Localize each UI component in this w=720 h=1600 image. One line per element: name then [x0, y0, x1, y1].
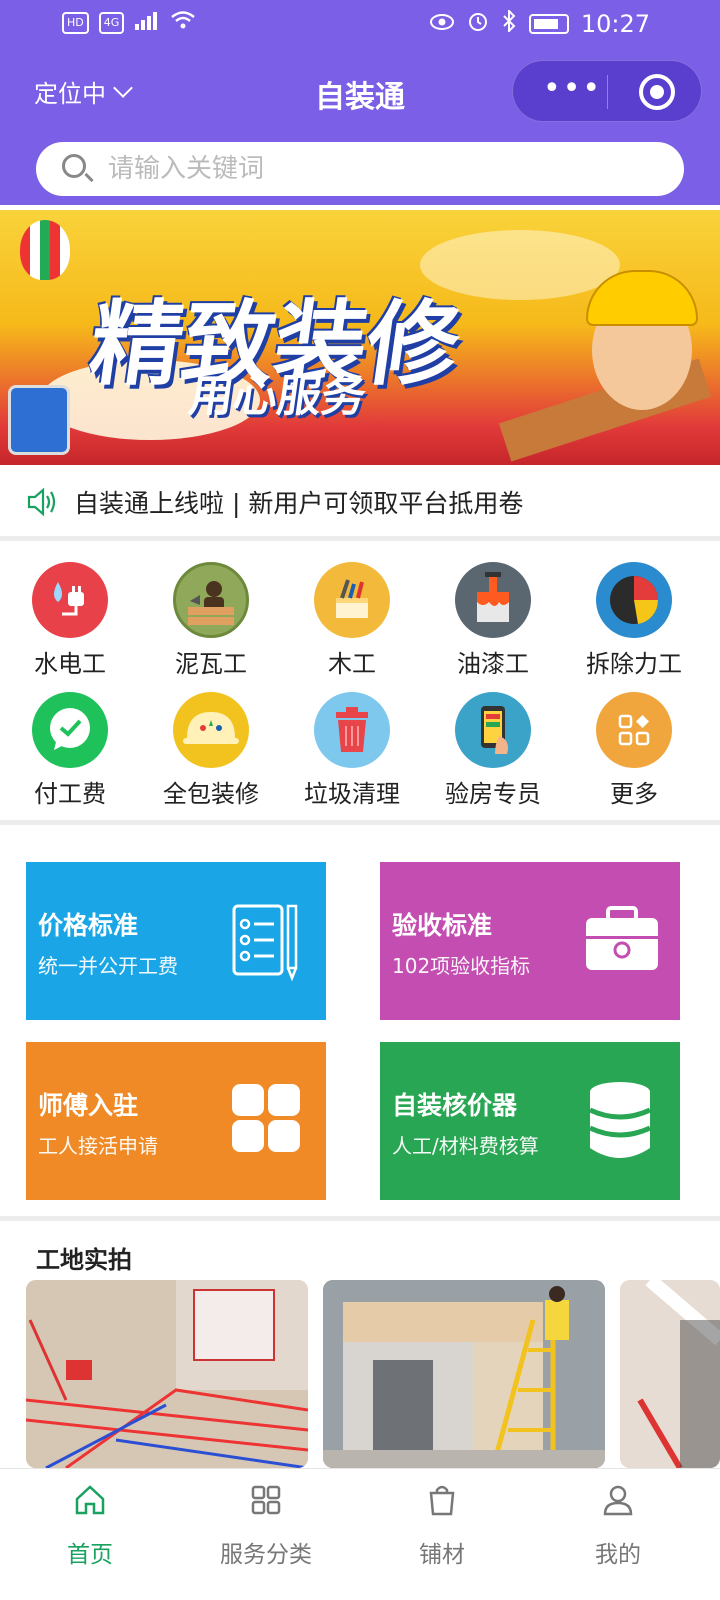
notice-bar[interactable]: 自装通上线啦 | 新用户可领取平台抵用卷	[0, 472, 720, 534]
site-photo-carousel[interactable]	[26, 1280, 720, 1468]
section-title: 工地实拍	[36, 1246, 132, 1274]
shopping-bag-icon	[425, 1485, 459, 1521]
category-grid-icon	[249, 1485, 283, 1521]
service-label: 更多	[610, 780, 658, 808]
card-subtitle: 102项验收指标	[392, 954, 531, 978]
search-bar[interactable]	[36, 142, 684, 196]
status-time: 10:27	[580, 10, 650, 38]
speaker-icon	[26, 487, 58, 517]
service-label: 油漆工	[457, 650, 529, 678]
service-grid: 水电工 泥瓦工 木工 油漆工 拆除力工 付工费 全包装修 垃圾清理 验房专员 更…	[0, 548, 720, 818]
notice-text: 自装通上线啦 | 新用户可领取平台抵用卷	[74, 489, 524, 518]
card-title: 价格标准	[38, 911, 139, 940]
tab-label: 服务分类	[220, 1542, 312, 1568]
site-photo[interactable]	[26, 1280, 308, 1468]
alarm-icon	[467, 10, 489, 38]
banner-subline: 用心服务	[185, 371, 369, 422]
apps-grid-icon	[228, 1078, 304, 1164]
bluetooth-icon	[501, 8, 517, 38]
status-right: 10:27	[429, 8, 650, 38]
bricklayer-icon	[173, 562, 249, 638]
wifi-icon	[170, 10, 196, 36]
capsule-divider	[607, 75, 608, 109]
home-icon	[73, 1485, 107, 1521]
status-left: HD 4G	[62, 10, 196, 36]
more-grid-icon	[596, 692, 672, 768]
phone-inspect-icon	[455, 692, 531, 768]
service-item-carpentry[interactable]: 木工	[282, 562, 422, 682]
section-divider	[0, 1216, 720, 1221]
database-icon	[582, 1078, 658, 1164]
tab-label: 我的	[595, 1542, 641, 1568]
service-label: 拆除力工	[586, 650, 682, 678]
service-item-painting[interactable]: 油漆工	[423, 562, 563, 682]
card-price-standard[interactable]: 价格标准 统一并公开工费	[26, 862, 326, 1020]
tab-label: 铺材	[419, 1542, 465, 1568]
status-bar: HD 4G 10:27	[0, 0, 720, 50]
service-item-garbage[interactable]: 垃圾清理	[282, 692, 422, 812]
checklist-icon	[228, 898, 304, 984]
site-photo[interactable]	[323, 1280, 605, 1468]
card-title: 自装核价器	[392, 1091, 518, 1120]
service-label: 水电工	[34, 650, 106, 678]
service-item-plumbing[interactable]: 水电工	[0, 562, 140, 682]
card-price-calculator[interactable]: 自装核价器 人工/材料费核算	[380, 1042, 680, 1200]
section-divider	[0, 536, 720, 541]
helmet-icon	[173, 692, 249, 768]
card-acceptance-standard[interactable]: 验收标准 102项验收指标	[380, 862, 680, 1020]
nav-bar: 定位中 自装通 •••	[0, 58, 720, 124]
service-label: 垃圾清理	[304, 780, 400, 808]
service-item-full-package[interactable]: 全包装修	[141, 692, 281, 812]
card-worker-join[interactable]: 师傅入驻 工人接活申请	[26, 1042, 326, 1200]
header: HD 4G 10:27 定位中 自装通 ••• 请输入关键词	[0, 0, 720, 205]
service-label: 全包装修	[163, 780, 259, 808]
service-item-masonry[interactable]: 泥瓦工	[141, 562, 281, 682]
hd-badge: HD	[62, 12, 89, 34]
balloon-image	[20, 220, 70, 280]
service-item-more[interactable]: 更多	[564, 692, 704, 812]
tab-categories[interactable]: 服务分类	[176, 1483, 356, 1583]
card-subtitle: 统一并公开工费	[38, 954, 178, 978]
service-item-pay[interactable]: 付工费	[0, 692, 140, 812]
card-title: 师傅入驻	[38, 1091, 139, 1120]
toolbox-icon	[314, 562, 390, 638]
paint-bucket-image	[8, 385, 70, 455]
service-label: 泥瓦工	[175, 650, 247, 678]
card-subtitle: 工人接活申请	[38, 1134, 158, 1158]
plug-icon	[32, 562, 108, 638]
service-item-demolition[interactable]: 拆除力工	[564, 562, 704, 682]
target-icon[interactable]	[639, 74, 675, 110]
search-icon	[62, 154, 86, 178]
paint-icon	[455, 562, 531, 638]
promo-banner[interactable]: 精致装修 用心服务	[0, 210, 720, 465]
tab-label: 首页	[67, 1542, 113, 1568]
card-subtitle: 人工/材料费核算	[392, 1134, 539, 1158]
network-badge: 4G	[98, 12, 125, 34]
user-icon	[601, 1485, 635, 1521]
tab-mine[interactable]: 我的	[528, 1483, 708, 1583]
toolbox-case-icon	[582, 898, 658, 984]
battery-icon	[528, 14, 569, 34]
service-item-inspection[interactable]: 验房专员	[423, 692, 563, 812]
bottom-tab-bar: 首页 服务分类 铺材 我的	[0, 1468, 720, 1600]
signal-icon	[134, 10, 160, 36]
trash-icon	[314, 692, 390, 768]
site-photo[interactable]	[620, 1280, 720, 1468]
miniprogram-capsule: •••	[512, 60, 702, 122]
pay-icon	[32, 692, 108, 768]
tab-home[interactable]: 首页	[0, 1483, 180, 1583]
tab-materials[interactable]: 铺材	[352, 1483, 532, 1583]
service-label: 验房专员	[445, 780, 541, 808]
search-input[interactable]	[108, 148, 668, 190]
section-divider	[0, 820, 720, 825]
eye-icon	[429, 12, 455, 37]
card-title: 验收标准	[392, 911, 493, 940]
service-label: 付工费	[34, 780, 106, 808]
pie-chart-icon	[596, 562, 672, 638]
service-label: 木工	[328, 650, 376, 678]
more-dots-icon[interactable]: •••	[543, 74, 602, 104]
